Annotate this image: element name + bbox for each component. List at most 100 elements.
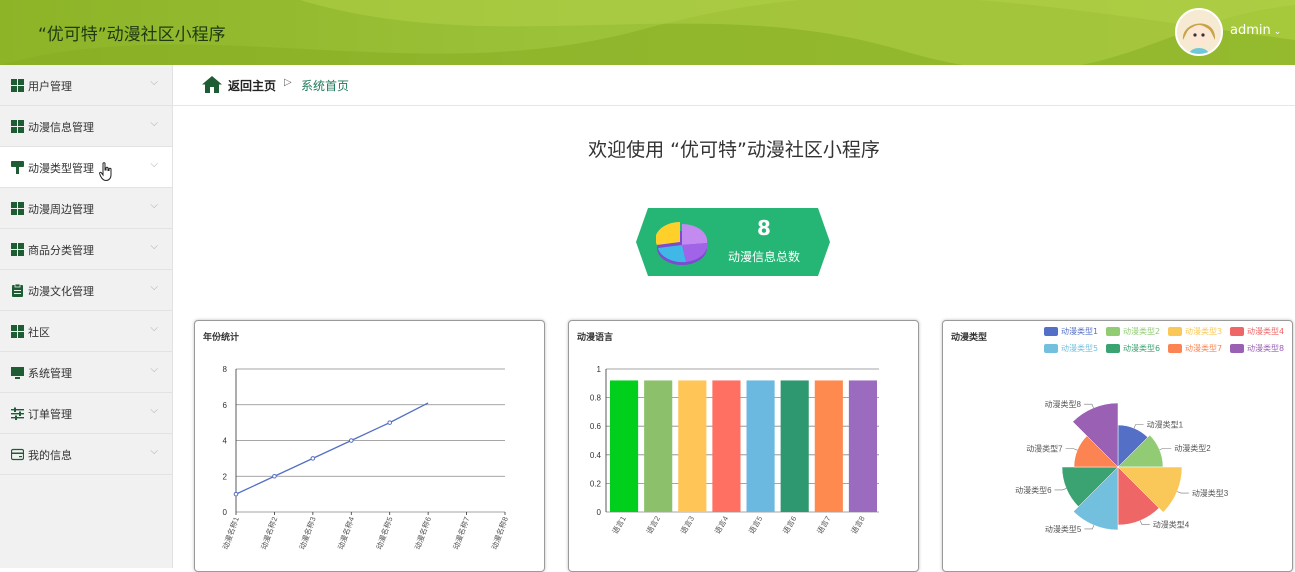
home-icon[interactable] xyxy=(202,76,222,93)
chart-card-anime-language: 动漫语言 0 0.2 0.4 0.6 0.8 1 语言1 语言2 语言3 语言4 语言5 语言6 语言7… xyxy=(568,320,919,572)
sidebar-item-system[interactable]: 系统管理 ⌵ xyxy=(0,352,172,393)
user-menu[interactable]: admin ⌄ xyxy=(1230,23,1281,38)
monitor-icon xyxy=(11,367,24,379)
y-tick-label: 6 xyxy=(223,401,228,410)
sidebar-item-label: 订单管理 xyxy=(28,408,72,421)
x-tick-label: 动漫名称5 xyxy=(374,515,395,551)
slice-label: 动漫类型1 xyxy=(1147,420,1184,430)
chevron-down-icon: ⌵ xyxy=(150,405,158,416)
chart-card-anime-type: 动漫类型 动漫类型1 动漫类型2 动漫类型3 动漫类型4 动漫类型5 动漫类型6 动漫类型7… xyxy=(942,320,1293,572)
bar xyxy=(678,380,707,512)
chevron-down-icon: ⌵ xyxy=(150,323,158,334)
x-tick-label: 动漫名称8 xyxy=(489,515,510,551)
grid-icon xyxy=(11,120,24,133)
y-tick-label: 4 xyxy=(223,437,228,446)
chevron-down-icon: ⌵ xyxy=(150,282,158,293)
data-point xyxy=(272,473,277,479)
y-tick-label: 0.4 xyxy=(590,451,602,460)
pie-chart-icon xyxy=(656,222,708,265)
breadcrumb-home-link[interactable]: 返回主页 xyxy=(228,77,276,94)
app-title: “优可特”动漫社区小程序 xyxy=(38,25,226,45)
x-tick-label: 动漫名称7 xyxy=(450,515,471,551)
x-tick-label: 语言6 xyxy=(780,514,798,536)
chevron-down-icon: ⌄ xyxy=(1273,27,1282,37)
y-tick-label: 1 xyxy=(597,365,602,374)
label-leader-line xyxy=(1133,424,1144,429)
data-point xyxy=(310,456,316,461)
chevron-down-icon: ⌵ xyxy=(150,159,158,170)
data-point xyxy=(387,420,393,425)
slice-label: 动漫类型8 xyxy=(1045,399,1082,409)
sidebar-item-label: 我的信息 xyxy=(28,449,72,462)
sidebar-item-anime-culture[interactable]: 动漫文化管理 ⌵ xyxy=(0,270,172,311)
label-leader-line xyxy=(1083,403,1094,408)
stat-card-anime-total[interactable]: 8 动漫信息总数 xyxy=(636,208,830,276)
slice-label: 动漫类型4 xyxy=(1153,519,1190,529)
sidebar-item-anime-type[interactable]: 动漫类型管理 ⌵ xyxy=(0,147,172,188)
slice-label: 动漫类型7 xyxy=(1026,444,1063,454)
x-tick-label: 语言5 xyxy=(746,514,764,536)
bar xyxy=(780,380,809,512)
paint-roller-icon xyxy=(11,161,24,174)
grid-icon xyxy=(11,243,24,256)
sliders-icon xyxy=(11,407,24,420)
breadcrumb-separator-icon: ▷ xyxy=(284,77,292,88)
welcome-heading: 欢迎使用 “优可特”动漫社区小程序 xyxy=(588,139,880,161)
chevron-down-icon: ⌵ xyxy=(150,200,158,211)
sidebar-item-label: 动漫周边管理 xyxy=(28,203,94,216)
sidebar-item-anime-merch[interactable]: 动漫周边管理 ⌵ xyxy=(0,188,172,229)
x-tick-label: 动漫名称3 xyxy=(297,515,318,551)
y-tick-label: 2 xyxy=(223,472,228,481)
sidebar-item-community[interactable]: 社区 ⌵ xyxy=(0,311,172,352)
x-tick-label: 动漫名称2 xyxy=(258,515,279,551)
chevron-down-icon: ⌵ xyxy=(150,241,158,252)
bar xyxy=(644,380,673,512)
y-tick-label: 0.6 xyxy=(590,422,602,431)
username: admin xyxy=(1230,23,1271,38)
y-tick-label: 0.8 xyxy=(590,394,602,403)
grid-icon xyxy=(11,79,24,92)
x-tick-label: 动漫名称4 xyxy=(335,515,356,551)
bar xyxy=(746,380,775,512)
sidebar-item-orders[interactable]: 订单管理 ⌵ xyxy=(0,393,172,434)
user-avatar[interactable] xyxy=(1175,8,1223,56)
chevron-down-icon: ⌵ xyxy=(150,118,158,129)
chevron-down-icon: ⌵ xyxy=(150,364,158,375)
clipboard-icon xyxy=(12,284,23,297)
chevron-down-icon: ⌵ xyxy=(150,77,158,88)
bar xyxy=(848,380,877,512)
label-leader-line xyxy=(1065,448,1078,451)
grid-icon xyxy=(11,325,24,338)
x-tick-label: 动漫名称1 xyxy=(220,515,241,551)
x-tick-label: 语言4 xyxy=(712,514,730,536)
data-point xyxy=(348,438,354,443)
sidebar-item-label: 动漫文化管理 xyxy=(28,285,94,298)
x-tick-label: 动漫名称6 xyxy=(412,515,433,551)
stat-value: 8 xyxy=(757,216,771,240)
sidebar-item-label: 动漫信息管理 xyxy=(28,121,94,134)
grid-icon xyxy=(11,202,24,215)
sidebar-item-user-management[interactable]: 用户管理 ⌵ xyxy=(0,65,172,106)
y-tick-label: 0 xyxy=(597,508,602,517)
sidebar-item-my-info[interactable]: 我的信息 ⌵ xyxy=(0,434,172,475)
slice-label: 动漫类型2 xyxy=(1174,443,1211,453)
label-leader-line xyxy=(1084,525,1095,530)
sidebar-item-label: 社区 xyxy=(28,326,50,339)
stat-label: 动漫信息总数 xyxy=(727,250,800,264)
label-leader-line xyxy=(1139,520,1150,525)
label-leader-line xyxy=(1054,488,1067,491)
sidebar-item-anime-info[interactable]: 动漫信息管理 ⌵ xyxy=(0,106,172,147)
line-chart: 0 2 4 6 8 动漫名称1 动漫名称2 动漫名称3 动漫名称4 动漫名称5 动漫名称6 动漫名称7… xyxy=(220,365,510,551)
series-line xyxy=(235,402,429,495)
label-leader-line xyxy=(1159,447,1172,451)
sidebar-item-label: 用户管理 xyxy=(28,80,72,93)
sidebar-item-product-category[interactable]: 商品分类管理 ⌵ xyxy=(0,229,172,270)
breadcrumb: 返回主页 ▷ 系统首页 xyxy=(173,65,1295,106)
data-point xyxy=(233,491,239,497)
slice-label: 动漫类型5 xyxy=(1045,524,1082,534)
slice-label: 动漫类型6 xyxy=(1015,485,1052,495)
sidebar-item-label: 动漫类型管理 xyxy=(28,162,94,175)
bar xyxy=(610,380,639,512)
x-tick-label: 语言1 xyxy=(610,514,628,536)
breadcrumb-current: 系统首页 xyxy=(301,79,350,93)
